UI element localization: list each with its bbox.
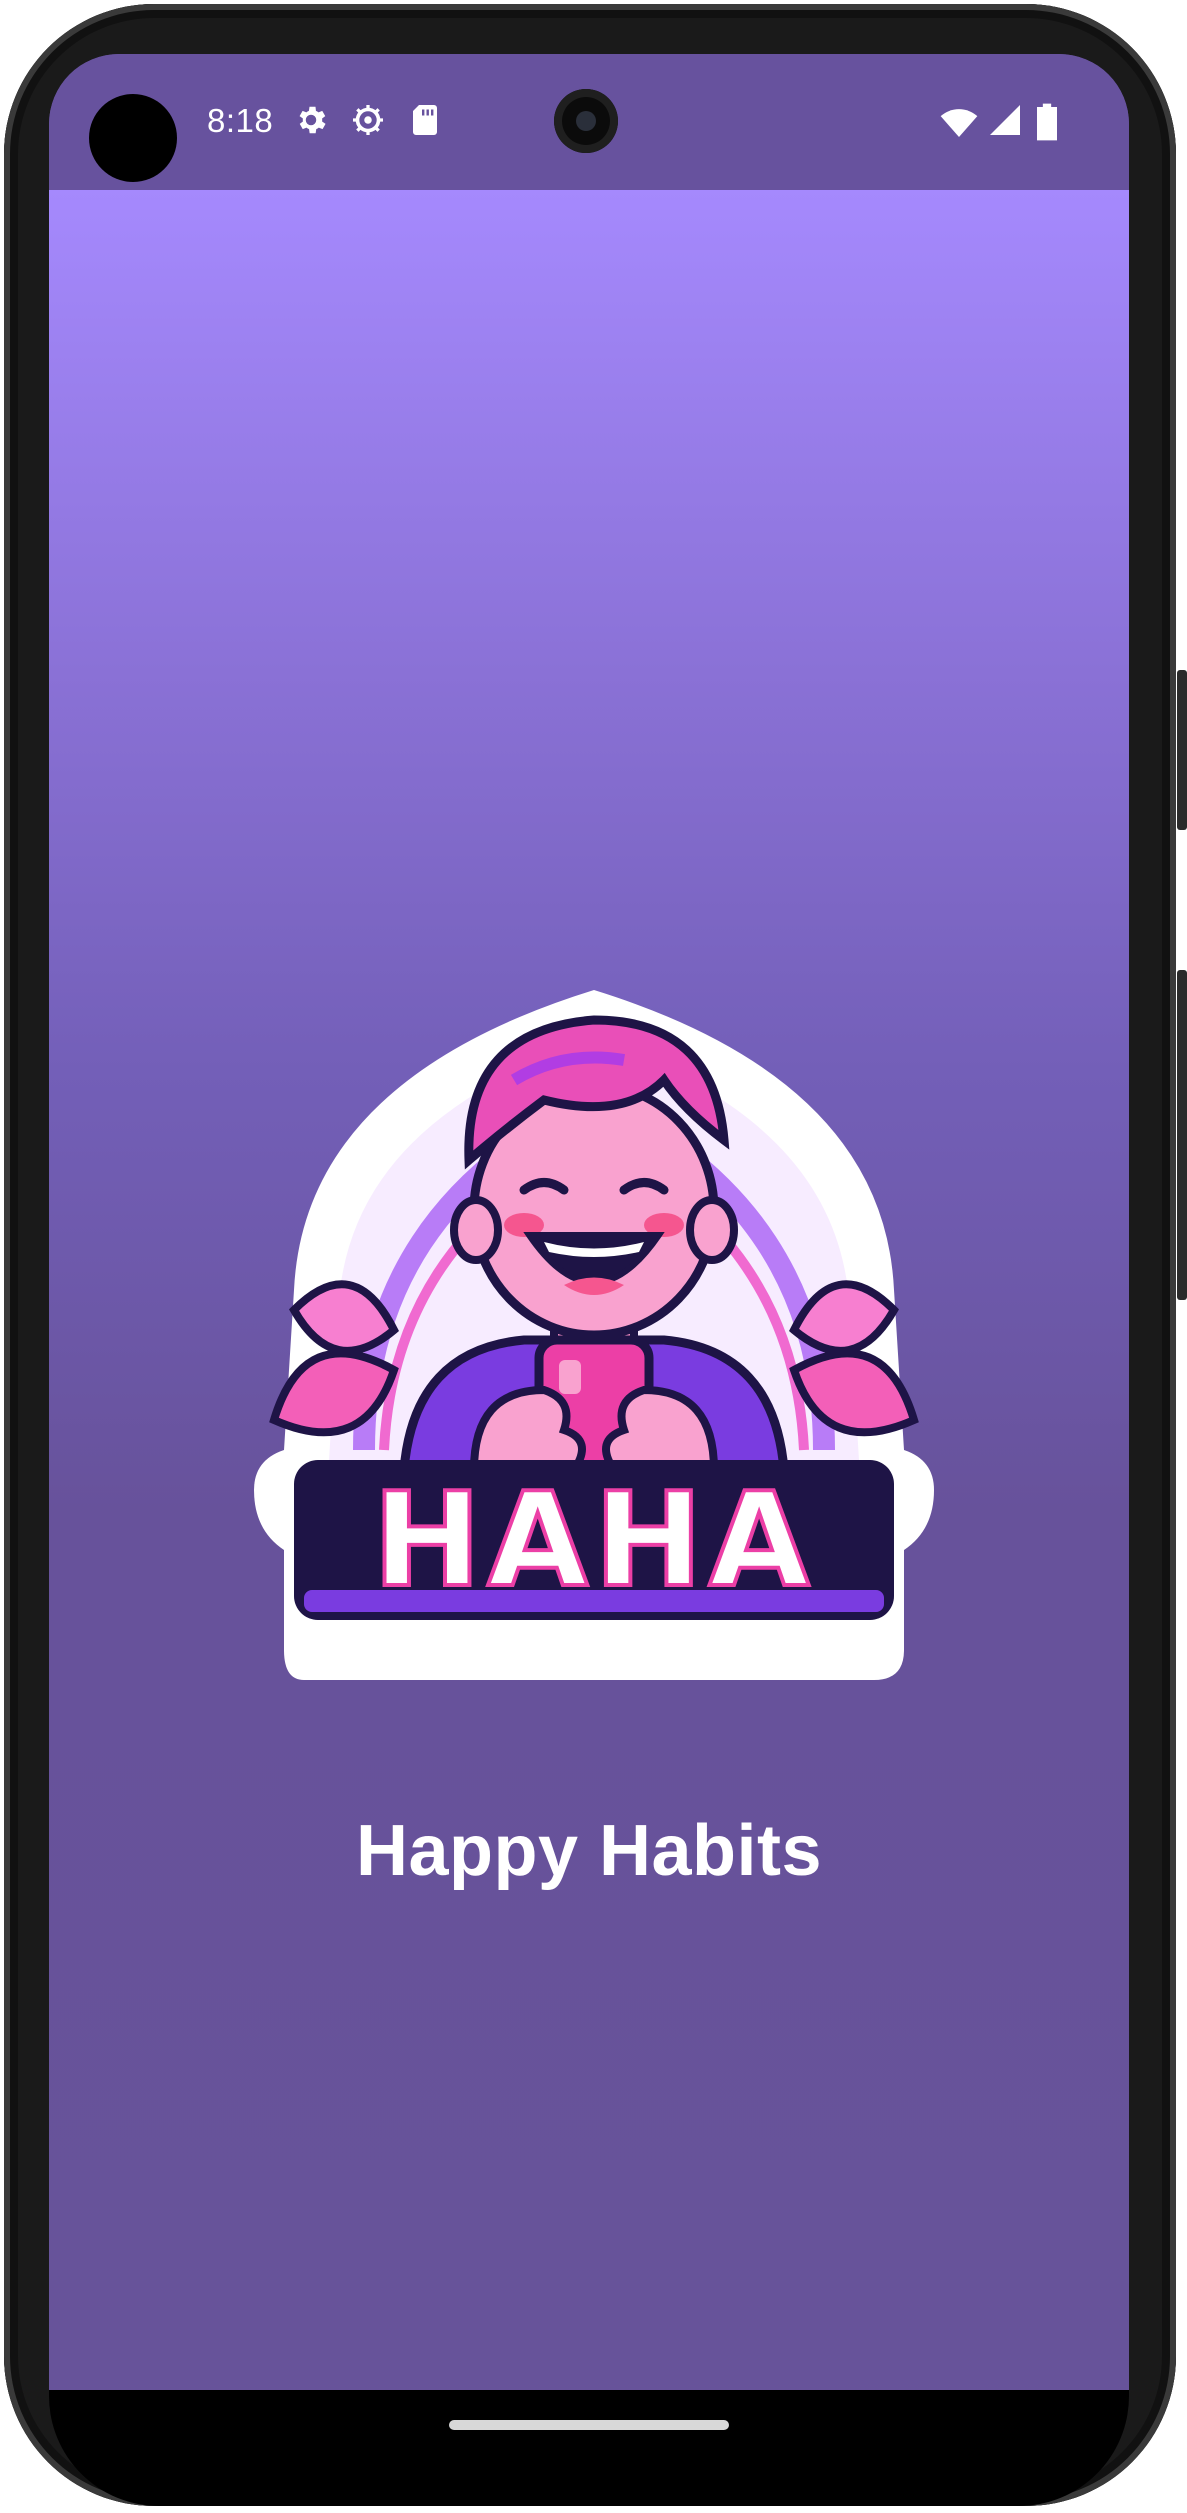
camera-cutout bbox=[89, 94, 177, 182]
signal-icon bbox=[990, 105, 1020, 135]
phone-device: 8:18 HAHA Happy Habits bbox=[0, 0, 1187, 2513]
status-bar: 8:18 bbox=[49, 54, 1129, 190]
app-title: Happy Habits bbox=[355, 1811, 823, 1891]
volume-button bbox=[1177, 670, 1187, 830]
splash-screen: HAHA Happy Habits bbox=[49, 190, 1129, 2390]
screen: 8:18 HAHA Happy Habits bbox=[49, 54, 1129, 2390]
logo-text: HAHA bbox=[373, 1464, 816, 1616]
gear-icon bbox=[299, 106, 326, 134]
front-camera bbox=[554, 89, 618, 153]
battery-icon bbox=[1037, 103, 1057, 141]
sd-card-icon bbox=[413, 105, 437, 135]
status-time: 8:18 bbox=[207, 102, 274, 139]
haha-logo: HAHA bbox=[254, 990, 934, 1680]
power-button bbox=[1177, 970, 1187, 1300]
debug-icon bbox=[353, 105, 383, 135]
home-gesture-handle[interactable] bbox=[449, 2420, 729, 2430]
navigation-bar bbox=[49, 2390, 1129, 2506]
wifi-icon bbox=[940, 109, 978, 137]
